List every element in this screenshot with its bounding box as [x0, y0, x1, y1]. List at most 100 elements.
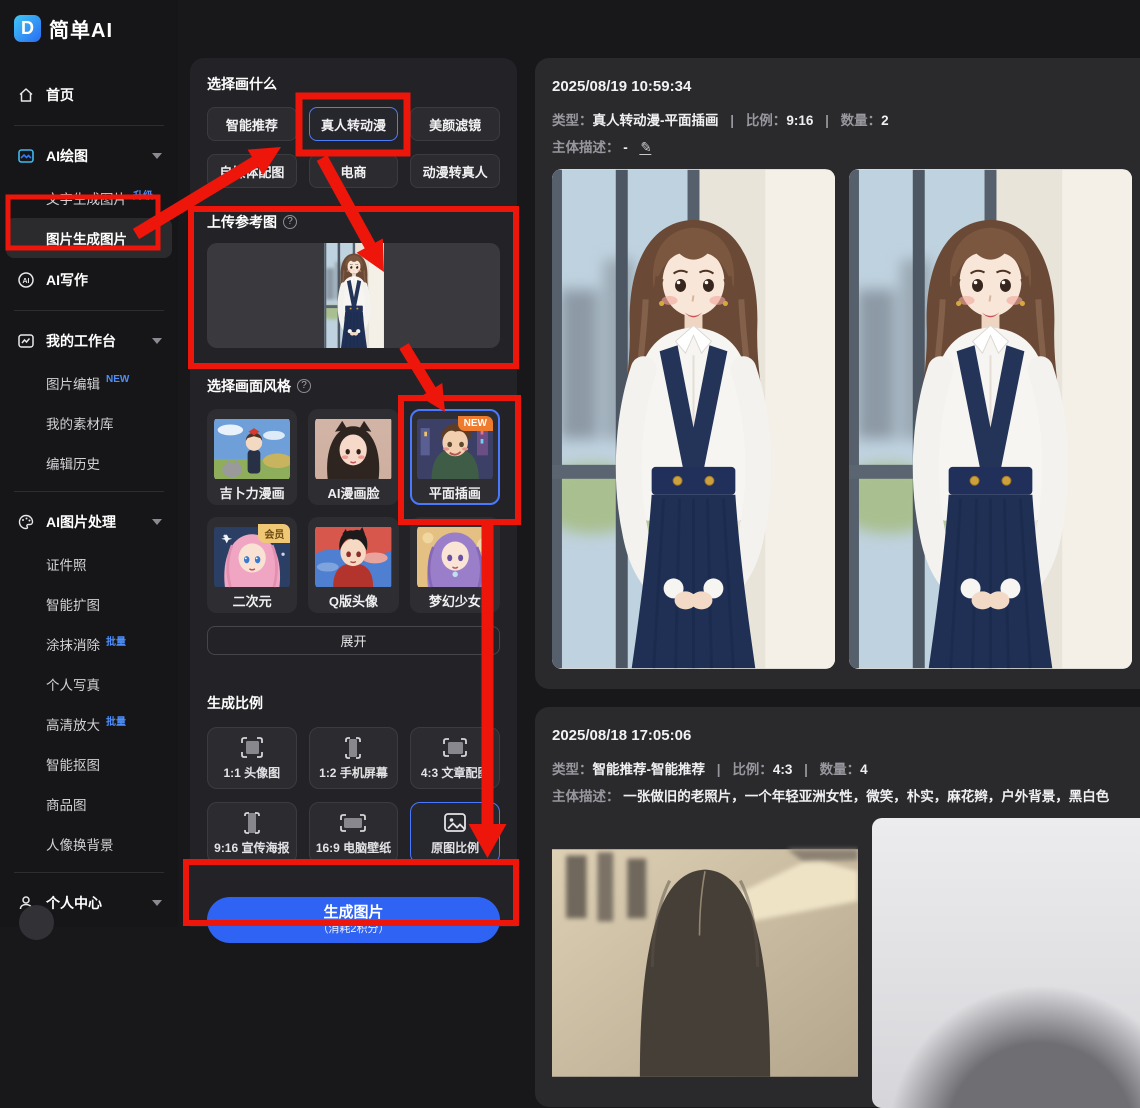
sidebar-item-erase[interactable]: 涂抹消除 批量 [0, 624, 178, 664]
option-real-to-anime[interactable]: 真人转动漫 [309, 107, 399, 141]
sidebar-item-smart-expand[interactable]: 智能扩图 [0, 584, 178, 624]
sidebar-item-edit-history[interactable]: 编辑历史 [0, 443, 178, 483]
generated-image[interactable] [552, 169, 835, 669]
result-card: 2025/08/18 17:05:06 类型：智能推荐-智能推荐 | 比例：4:… [535, 707, 1140, 1107]
generated-image[interactable] [849, 169, 1132, 669]
generated-images [552, 818, 1140, 1108]
sidebar-item-ai-image-tools[interactable]: AI图片处理 [0, 500, 178, 544]
style-title: 选择画面风格 ? [207, 376, 500, 396]
ratio-wide-icon [440, 735, 470, 761]
style-q-avatar[interactable]: Q版头像 [308, 517, 398, 613]
brand-name: 简单AI [49, 14, 113, 43]
style-ai-manga-face[interactable]: AI漫画脸 [308, 409, 398, 505]
result-description: 主体描述： 一张做旧的老照片，一个年轻亚洲女性，微笑，朴实，麻花辫，户外背景，黑… [552, 785, 1140, 805]
new-badge: NEW [106, 374, 129, 385]
ratio-4-3[interactable]: 4:3 文章配图 [410, 727, 500, 789]
sidebar: D 简单AI 首页 AI绘图 文字生成图片 升级 图片生成图片 AI AI写作 … [0, 0, 178, 927]
ratio-9-16[interactable]: 9:16 宣传海报 [207, 802, 297, 864]
result-meta: 类型：真人转动漫-平面插画 | 比例：9:16 | 数量：2 [552, 109, 1140, 129]
style-thumbnail [417, 524, 493, 590]
divider [14, 310, 164, 311]
sidebar-item-portrait[interactable]: 个人写真 [0, 664, 178, 704]
upload-title: 上传参考图 ? [207, 212, 500, 232]
sidebar-nav: 首页 AI绘图 文字生成图片 升级 图片生成图片 AI AI写作 我的工作台 图… [0, 73, 178, 925]
option-anime-to-real[interactable]: 动漫转真人 [410, 154, 500, 188]
ratio-grid: 1:1 头像图 1:2 手机屏幕 4:3 文章配图 9:16 宣传海报 [207, 727, 500, 864]
draw-what-title: 选择画什么 [207, 74, 500, 94]
batch-badge: 批量 [106, 633, 126, 648]
chevron-down-icon [152, 338, 162, 344]
generation-panel: 选择画什么 智能推荐 真人转动漫 美颜滤镜 自媒体配图 电商 动漫转真人 上传参… [190, 58, 517, 927]
sidebar-item-workbench[interactable]: 我的工作台 [0, 319, 178, 363]
vip-badge: 会员 [258, 524, 290, 543]
sidebar-item-home[interactable]: 首页 [0, 73, 178, 117]
option-smart-recommend[interactable]: 智能推荐 [207, 107, 297, 141]
ratio-tall-icon [338, 735, 368, 761]
generated-image[interactable] [872, 818, 1140, 1108]
option-ecommerce[interactable]: 电商 [309, 154, 399, 188]
style-flat-illustration[interactable]: NEW 平面插画 [410, 409, 500, 505]
divider [14, 872, 164, 873]
sidebar-item-id-photo[interactable]: 证件照 [0, 544, 178, 584]
style-thumbnail [214, 416, 290, 482]
ratio-tall-icon [237, 810, 267, 836]
ai-writing-icon: AI [17, 271, 35, 289]
sidebar-item-hd-upscale[interactable]: 高清放大 批量 [0, 704, 178, 744]
result-card: 2025/08/19 10:59:34 类型：真人转动漫-平面插画 | 比例：9… [535, 58, 1140, 689]
palette-icon [17, 513, 35, 531]
draw-options: 智能推荐 真人转动漫 美颜滤镜 自媒体配图 电商 动漫转真人 [207, 107, 500, 188]
new-badge: NEW [458, 416, 493, 431]
sidebar-item-bg-replace[interactable]: 人像换背景 [0, 824, 178, 864]
ratio-square-icon [237, 735, 267, 761]
chevron-down-icon [152, 153, 162, 159]
option-beauty-filter[interactable]: 美颜滤镜 [410, 107, 500, 141]
generated-image[interactable] [552, 818, 858, 1108]
expand-button[interactable]: 展开 [207, 626, 500, 655]
ratio-1-1[interactable]: 1:1 头像图 [207, 727, 297, 789]
result-timestamp: 2025/08/19 10:59:34 [552, 78, 1140, 95]
sidebar-item-ai-writing[interactable]: AI AI写作 [0, 258, 178, 302]
style-anime-2d[interactable]: 会员 二次元 [207, 517, 297, 613]
workbench-icon [17, 332, 35, 350]
sidebar-item-my-assets[interactable]: 我的素材库 [0, 403, 178, 443]
ratio-original[interactable]: 原图比例 [410, 802, 500, 864]
sidebar-item-label: AI图片处理 [46, 512, 116, 532]
logo-icon: D [14, 15, 41, 42]
chevron-down-icon [152, 900, 162, 906]
edit-pencil-icon[interactable]: ✎ [639, 141, 652, 155]
avatar[interactable] [19, 905, 54, 940]
divider [14, 125, 164, 126]
result-description: 主体描述： - ✎ [552, 136, 1140, 156]
reference-image [324, 243, 384, 348]
result-timestamp: 2025/08/18 17:05:06 [552, 727, 1140, 744]
sidebar-item-label: 我的工作台 [46, 331, 116, 351]
upload-box[interactable] [207, 243, 500, 348]
svg-text:AI: AI [23, 278, 30, 285]
style-ghibli[interactable]: 吉卜力漫画 [207, 409, 297, 505]
sidebar-item-image-to-image[interactable]: 图片生成图片 [6, 218, 172, 258]
sidebar-item-label: 个人中心 [46, 893, 102, 913]
upgrade-badge: 升级 [133, 187, 153, 202]
ratio-1-2[interactable]: 1:2 手机屏幕 [309, 727, 399, 789]
divider [14, 491, 164, 492]
sidebar-item-image-edit[interactable]: 图片编辑 NEW [0, 363, 178, 403]
style-dreamy-girl[interactable]: 梦幻少女 [410, 517, 500, 613]
option-media-illustration[interactable]: 自媒体配图 [207, 154, 297, 188]
sidebar-item-product-image[interactable]: 商品图 [0, 784, 178, 824]
ratio-wide-icon [338, 810, 368, 836]
ratio-title: 生成比例 [207, 693, 500, 713]
question-icon[interactable]: ? [297, 379, 311, 393]
sidebar-item-label: AI绘图 [46, 146, 88, 166]
original-ratio-image-icon [440, 810, 470, 836]
result-meta: 类型：智能推荐-智能推荐 | 比例：4:3 | 数量：4 [552, 758, 1140, 778]
generate-button[interactable]: 生成图片 （消耗2积分） [207, 897, 500, 943]
question-icon[interactable]: ? [283, 215, 297, 229]
batch-badge: 批量 [106, 713, 126, 728]
home-icon [17, 86, 35, 104]
sidebar-item-ai-draw[interactable]: AI绘图 [0, 134, 178, 178]
brand-logo[interactable]: D 简单AI [0, 0, 178, 43]
sidebar-item-text-to-image[interactable]: 文字生成图片 升级 [0, 178, 178, 218]
ratio-16-9[interactable]: 16:9 电脑壁纸 [309, 802, 399, 864]
style-thumbnail [315, 524, 391, 590]
sidebar-item-smart-cutout[interactable]: 智能抠图 [0, 744, 178, 784]
